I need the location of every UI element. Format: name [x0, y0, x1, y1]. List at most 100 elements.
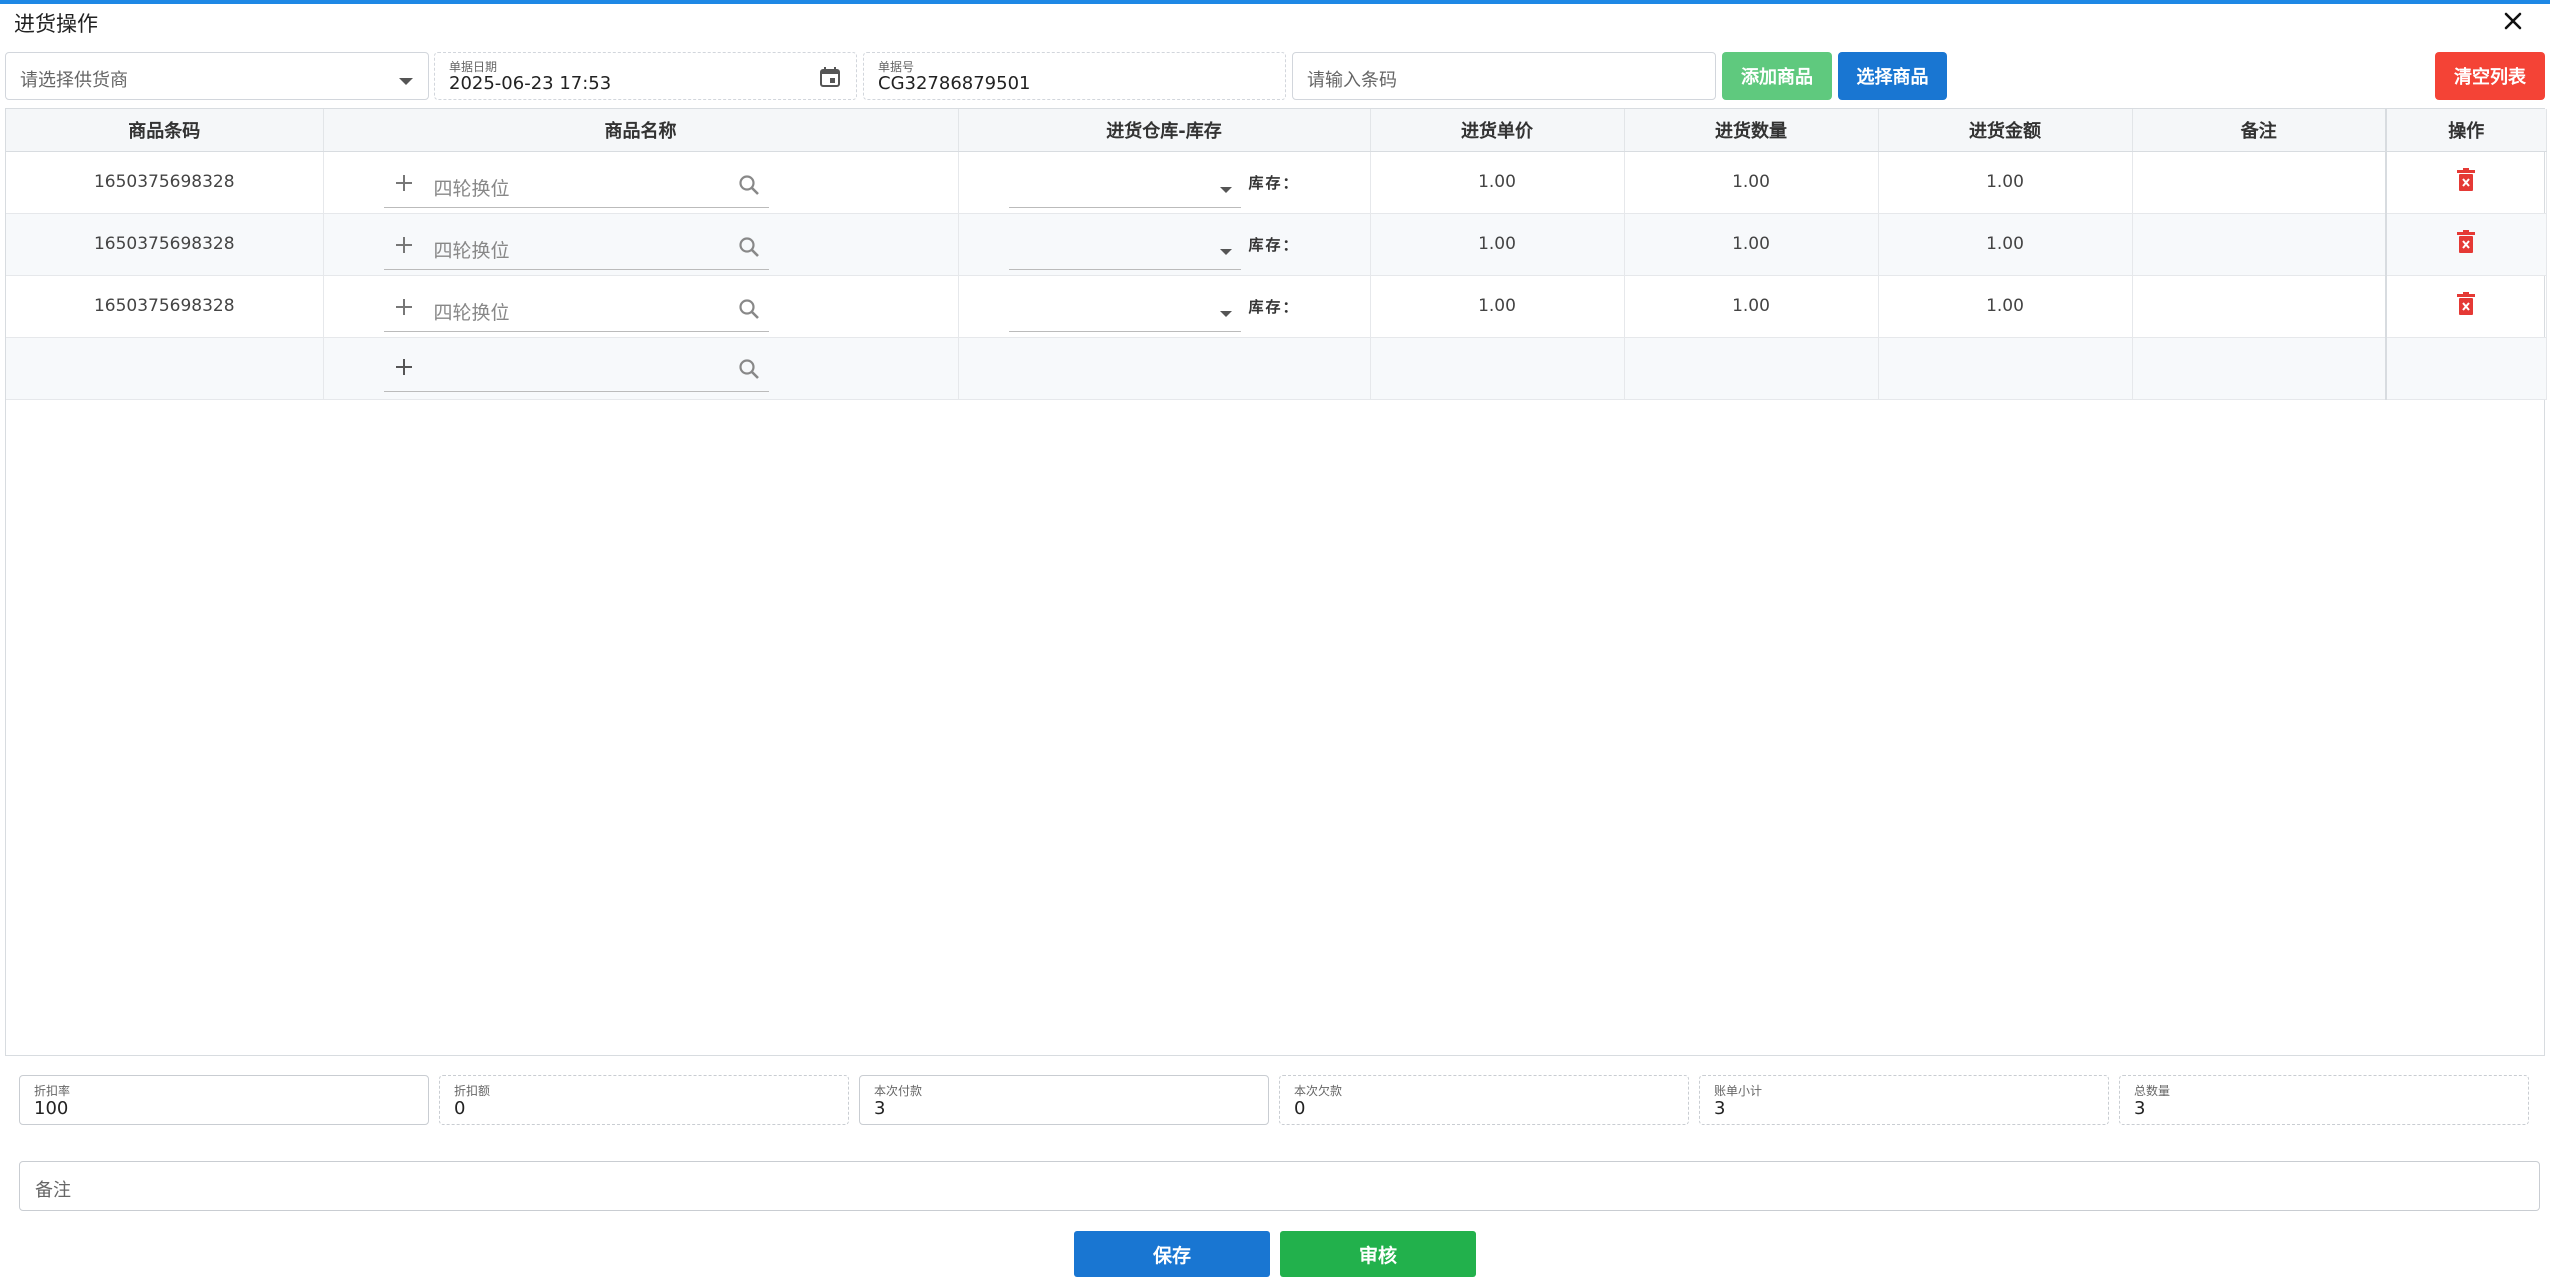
- remark-input[interactable]: 备注: [19, 1161, 2540, 1211]
- header-remark: 备注: [2132, 109, 2387, 152]
- calendar-icon[interactable]: [818, 65, 842, 93]
- cell-name: 四轮换位: [323, 151, 959, 214]
- plus-icon[interactable]: [392, 295, 416, 324]
- chevron-down-icon: [1219, 180, 1233, 200]
- search-icon[interactable]: [737, 357, 761, 386]
- cell-warehouse: 库存：: [958, 275, 1371, 338]
- cell-action: [2385, 151, 2547, 214]
- cell-amount[interactable]: 1.00: [1878, 151, 2133, 214]
- subtotal-value: 3: [1714, 1098, 1726, 1119]
- total-qty-field[interactable]: 总数量 3: [2119, 1075, 2529, 1125]
- cell-amount: [1878, 337, 2133, 400]
- cell-remark[interactable]: [2132, 151, 2387, 214]
- chevron-down-icon: [398, 72, 414, 91]
- cell-barcode: 1650375698328: [6, 151, 324, 214]
- payment-field[interactable]: 本次付款 3: [859, 1075, 1269, 1125]
- supplier-select[interactable]: 请选择供货商: [5, 52, 429, 100]
- cell-qty[interactable]: 1.00: [1624, 151, 1879, 214]
- table-header-row: 商品条码 商品名称 进货仓库-库存 进货单价 进货数量 进货金额 备注 操作: [6, 109, 2547, 152]
- cell-remark[interactable]: [2132, 213, 2387, 276]
- cell-warehouse: [958, 337, 1371, 400]
- discount-amount-value: 0: [454, 1098, 466, 1119]
- product-name-input[interactable]: 四轮换位: [383, 224, 769, 270]
- discount-amount-field[interactable]: 折扣额 0: [439, 1075, 849, 1125]
- save-button[interactable]: 保存: [1074, 1231, 1270, 1277]
- close-icon: [2504, 12, 2522, 30]
- table-row: 1650375698328 四轮换位 库存： 1.00 1.00 1.00: [6, 213, 2547, 276]
- warehouse-select[interactable]: [1008, 288, 1241, 332]
- product-table: 商品条码 商品名称 进货仓库-库存 进货单价 进货数量 进货金额 备注 操作 1…: [5, 108, 2547, 1056]
- header-barcode: 商品条码: [6, 109, 324, 152]
- cell-qty[interactable]: 1.00: [1624, 213, 1879, 276]
- cell-name: [323, 337, 959, 400]
- cell-price[interactable]: 1.00: [1370, 275, 1625, 338]
- warehouse-select[interactable]: [1008, 226, 1241, 270]
- header-action: 操作: [2385, 109, 2547, 152]
- total-qty-label: 总数量: [2134, 1084, 2171, 1098]
- owed-label: 本次欠款: [1294, 1084, 1343, 1098]
- plus-icon[interactable]: [392, 233, 416, 262]
- select-product-button[interactable]: 选择商品: [1838, 52, 1947, 100]
- cell-name: 四轮换位: [323, 275, 959, 338]
- cell-qty: [1624, 337, 1879, 400]
- top-accent-line: [0, 0, 2550, 4]
- discount-rate-value: 100: [34, 1098, 69, 1119]
- dialog-title: 进货操作: [14, 12, 98, 36]
- audit-button[interactable]: 审核: [1280, 1231, 1476, 1277]
- barcode-placeholder: 请输入条码: [1307, 70, 1397, 91]
- payment-value: 3: [874, 1098, 886, 1119]
- payment-label: 本次付款: [874, 1084, 923, 1098]
- delete-icon[interactable]: [2456, 229, 2476, 259]
- header-warehouse: 进货仓库-库存: [958, 109, 1371, 152]
- cell-qty[interactable]: 1.00: [1624, 275, 1879, 338]
- new-product-name-input[interactable]: [383, 346, 769, 392]
- supplier-placeholder: 请选择供货商: [20, 70, 128, 91]
- plus-icon[interactable]: [392, 171, 416, 200]
- cell-price: [1370, 337, 1625, 400]
- close-button[interactable]: [2498, 6, 2528, 36]
- cell-amount[interactable]: 1.00: [1878, 275, 2133, 338]
- discount-rate-field[interactable]: 折扣率 100: [19, 1075, 429, 1125]
- cell-price[interactable]: 1.00: [1370, 151, 1625, 214]
- header-price: 进货单价: [1370, 109, 1625, 152]
- stock-label: 库存：: [1248, 173, 1300, 192]
- owed-value: 0: [1294, 1098, 1306, 1119]
- subtotal-label: 账单小计: [1714, 1084, 1763, 1098]
- delete-icon[interactable]: [2456, 291, 2476, 321]
- date-field[interactable]: 单据日期 2025-06-23 17:53: [434, 52, 857, 100]
- table-row-new: [6, 337, 2547, 400]
- cell-action: [2385, 337, 2547, 400]
- cell-barcode: [6, 337, 324, 400]
- search-icon[interactable]: [737, 297, 761, 326]
- chevron-down-icon: [1219, 304, 1233, 324]
- search-icon[interactable]: [737, 173, 761, 202]
- stock-label: 库存：: [1248, 235, 1300, 254]
- cell-name: 四轮换位: [323, 213, 959, 276]
- product-name: 四轮换位: [433, 239, 510, 262]
- cell-warehouse: 库存：: [958, 151, 1371, 214]
- product-name-input[interactable]: 四轮换位: [383, 286, 769, 332]
- subtotal-field[interactable]: 账单小计 3: [1699, 1075, 2109, 1125]
- stock-label: 库存：: [1248, 297, 1300, 316]
- header-amount: 进货金额: [1878, 109, 2133, 152]
- add-product-button[interactable]: 添加商品: [1722, 52, 1832, 100]
- owed-field[interactable]: 本次欠款 0: [1279, 1075, 1689, 1125]
- cell-barcode: 1650375698328: [6, 275, 324, 338]
- cell-amount[interactable]: 1.00: [1878, 213, 2133, 276]
- doc-number-field[interactable]: 单据号 CG32786879501: [863, 52, 1286, 100]
- cell-barcode: 1650375698328: [6, 213, 324, 276]
- plus-icon[interactable]: [392, 355, 416, 384]
- cell-remark: [2132, 337, 2387, 400]
- product-name: 四轮换位: [433, 301, 510, 324]
- cell-remark[interactable]: [2132, 275, 2387, 338]
- delete-icon[interactable]: [2456, 167, 2476, 197]
- cell-action: [2385, 275, 2547, 338]
- barcode-input[interactable]: 请输入条码: [1292, 52, 1716, 100]
- warehouse-select[interactable]: [1008, 164, 1241, 208]
- clear-list-button[interactable]: 清空列表: [2435, 52, 2545, 100]
- cell-price[interactable]: 1.00: [1370, 213, 1625, 276]
- product-name-input[interactable]: 四轮换位: [383, 162, 769, 208]
- remark-placeholder: 备注: [35, 1180, 71, 1201]
- search-icon[interactable]: [737, 235, 761, 264]
- header-name: 商品名称: [323, 109, 959, 152]
